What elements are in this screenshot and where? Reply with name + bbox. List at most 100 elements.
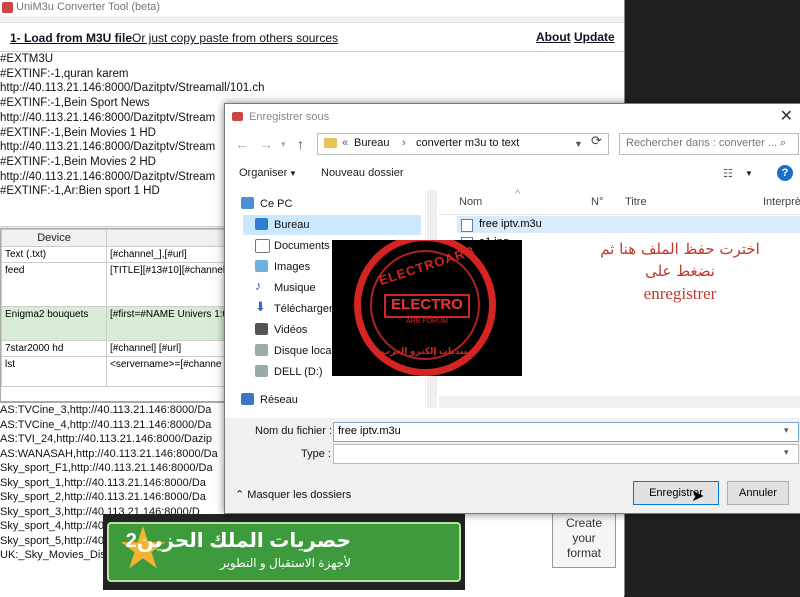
device-column-header[interactable]: Device (1, 229, 107, 247)
update-link[interactable]: Update (574, 30, 615, 44)
annotation-line-3: enregistrer (643, 284, 717, 303)
app-icon (232, 112, 243, 121)
column-title[interactable]: Titre (625, 196, 647, 208)
instruction-annotation: اخترت حفظ الملف هنا ثم نضغط على enregist… (580, 238, 780, 306)
desktop-icon (255, 218, 268, 230)
banner-subtitle: لأجهزة الاستقبال و التطوير (219, 556, 351, 570)
recent-locations-icon[interactable]: ▾ (281, 139, 286, 150)
dialog-toolbar: Organiser ▼ Nouveau dossier ☷ ▼ ? (225, 161, 800, 187)
downloads-icon: ⬇ (255, 299, 266, 314)
filename-label: Nom du fichier : (255, 425, 333, 437)
search-placeholder: Rechercher dans : converter ... (626, 137, 778, 149)
breadcrumb-overflow-icon[interactable]: « (342, 137, 348, 149)
banner-plate: ★ حصريات الملك الحزين2 لأجهزة الاستقبال … (107, 520, 461, 582)
save-button[interactable]: Enregistrer (633, 481, 719, 505)
file-type-select[interactable]: ▾ (333, 444, 799, 464)
dialog-title: Enregistrer sous (249, 111, 330, 123)
desktop-background (625, 512, 800, 596)
new-folder-button[interactable]: Nouveau dossier (321, 167, 404, 179)
file-fields: Nom du fichier : free iptv.m3u ▾ Type : … (225, 418, 800, 478)
app-title: UniM3u Converter Tool (beta) (16, 1, 161, 13)
view-options-icon[interactable]: ☷ (723, 167, 733, 180)
link-bar: 1- Load from M3U file Or just copy paste… (0, 22, 624, 52)
search-input[interactable]: Rechercher dans : converter ... ⌕ (619, 133, 799, 155)
back-arrow-icon[interactable]: ← (235, 136, 249, 152)
music-icon: ♪ (255, 278, 262, 293)
disk-icon (255, 365, 268, 377)
pc-icon (241, 197, 254, 209)
chevron-down-icon[interactable]: ▼ (745, 169, 753, 178)
paste-hint-link[interactable]: Or just copy paste from others sources (132, 31, 338, 45)
breadcrumb-bureau[interactable]: Bureau (354, 137, 389, 149)
device-name: 7star2000 hd (1, 340, 107, 357)
create-format-label: Create your format (565, 515, 603, 560)
organize-menu[interactable]: Organiser (239, 167, 287, 179)
electroarb-logo: ELECTROARB ELECTRO ARB FORUM منتديات إلك… (332, 240, 522, 376)
banner-title: حصريات الملك الحزين2 (125, 530, 351, 552)
nav-item-label: Musique (274, 282, 316, 294)
dialog-button-bar: ⌃ Masquer les dossiers Enregistrer Annul… (225, 478, 800, 513)
search-icon: ⌕ (780, 137, 787, 149)
device-name: Text (.txt) (1, 246, 107, 263)
chevron-down-icon[interactable]: ▼ (574, 139, 583, 149)
breadcrumb-folder[interactable]: converter m3u to text (416, 137, 519, 149)
nav-item-label: Documents (274, 240, 330, 252)
app-titlebar: UniM3u Converter Tool (beta) (0, 0, 624, 16)
chevron-down-icon[interactable]: ▾ (784, 447, 789, 458)
up-arrow-icon[interactable]: ↑ (297, 136, 304, 152)
device-name: lst (1, 356, 107, 387)
annotation-line-1: اخترت حفظ الملف هنا ثم (600, 240, 760, 258)
type-label: Type : (301, 448, 331, 460)
filename-input[interactable]: free iptv.m3u ▾ (333, 422, 799, 442)
create-format-button[interactable]: Create your format (552, 508, 616, 568)
column-name[interactable]: Nom (459, 196, 482, 208)
chevron-down-icon[interactable]: ▾ (784, 425, 789, 436)
mouse-cursor-icon: ➤ (691, 488, 705, 505)
chevron-up-icon: ⌃ (235, 489, 245, 501)
videos-icon (255, 323, 268, 335)
forward-arrow-icon[interactable]: → (259, 136, 273, 152)
nav-item-label: DELL (D:) (274, 366, 323, 378)
help-icon[interactable]: ? (777, 165, 793, 181)
folder-icon (324, 138, 337, 148)
m3u-line: #EXTM3U (0, 53, 54, 65)
network-icon (241, 393, 254, 405)
desktop-background (625, 0, 800, 103)
logo-middle-text: ELECTRO (384, 294, 470, 318)
images-icon (255, 260, 268, 272)
about-link[interactable]: About (536, 30, 571, 44)
hide-folders-toggle[interactable]: ⌃ Masquer les dossiers (235, 488, 351, 501)
nav-item-reseau[interactable]: Réseau (229, 390, 407, 410)
documents-icon (255, 239, 270, 253)
file-list-header: Nom ^ N° Titre Interprè (439, 188, 800, 215)
file-list-scrollbar[interactable] (439, 396, 800, 408)
load-m3u-link[interactable]: 1- Load from M3U file (10, 31, 132, 45)
refresh-icon[interactable]: ⟳ (591, 133, 602, 149)
m3u-line: http://40.113.21.146:8000/Dazitptv/Strea… (0, 82, 265, 95)
disk-icon (255, 344, 268, 356)
nav-item-label: Images (274, 261, 311, 273)
address-bar[interactable]: « Bureau › converter m3u to text ▼ (317, 133, 609, 155)
close-icon[interactable]: ✕ (780, 106, 793, 126)
nav-item-label: Ce PC (260, 198, 293, 210)
nav-item-bureau[interactable]: Bureau (243, 215, 421, 235)
nav-item-ce-pc[interactable]: Ce PC (229, 194, 407, 214)
chevron-down-icon[interactable]: ▼ (289, 169, 297, 178)
app-icon (2, 2, 13, 13)
device-name: feed (1, 262, 107, 307)
nav-item-label: Bureau (274, 219, 310, 231)
device-name: Enigma2 bouquets (1, 306, 107, 341)
annotation-line-2: نضغط على (645, 262, 715, 280)
column-number[interactable]: N° (591, 196, 603, 208)
cancel-button[interactable]: Annuler (727, 481, 789, 505)
logo-bottom-text: منتديات إلكترو العرب (381, 346, 473, 356)
column-artist[interactable]: Interprè (763, 196, 800, 208)
file-icon (461, 219, 473, 232)
m3u-line: #EXTINF:-1,quran karem (0, 67, 129, 80)
hide-folders-label: Masquer les dossiers (247, 489, 352, 501)
file-item[interactable]: free iptv.m3u (457, 216, 800, 233)
dialog-titlebar: Enregistrer sous ✕ (225, 104, 800, 130)
logo-sub-text: ARB FORUM (406, 318, 448, 325)
nav-item-label: Vidéos (274, 324, 308, 336)
nav-item-label: Réseau (260, 394, 298, 406)
